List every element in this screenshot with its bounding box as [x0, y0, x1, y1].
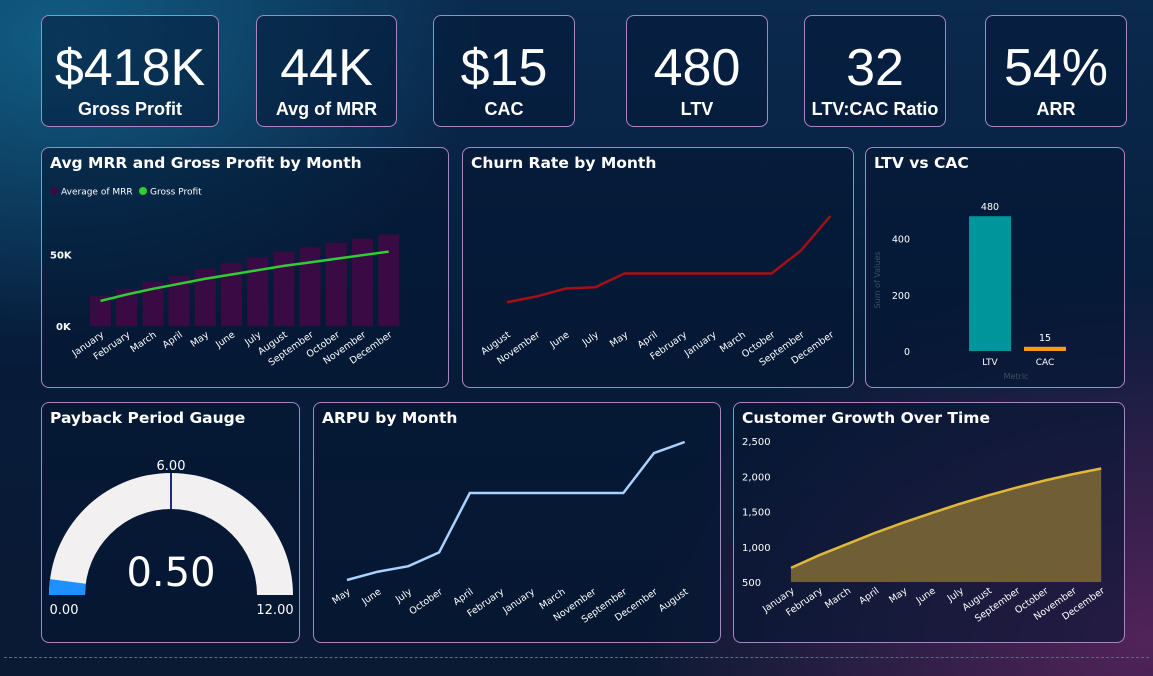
kpi-label: CAC	[484, 99, 524, 119]
bar-mrr	[247, 257, 269, 326]
arpu-chart: May June JulyOctober AprilFebruaryJanuary Ma…	[330, 440, 691, 626]
x-tick-label: May	[608, 329, 631, 349]
bar-mrr	[299, 247, 321, 326]
bar-cac	[1024, 346, 1066, 351]
kpi-card-gross-profit: $418K Gross Profit	[41, 15, 219, 127]
bar-mrr	[378, 234, 400, 326]
customer-growth-chart: 5001,0001,5002,0002,500JanuaryFebruaryMa…	[742, 437, 1107, 625]
x-tick-label: October	[407, 586, 445, 617]
kpi-label: ARR	[1036, 99, 1076, 119]
legend-label-mrr: Average of MRR	[61, 188, 133, 198]
mrr-gross-profit-chart: Average of MRR Gross Profit50K0KJanuaryFe…	[50, 187, 400, 369]
customer-growth-panel: Customer Growth Over Time 500 1,000 1,500 2…	[733, 402, 1125, 643]
y-tick-label: 1,500	[742, 508, 771, 519]
x-tick-label: March	[823, 585, 853, 611]
y-tick-label: 2,500	[742, 437, 771, 448]
x-axis-title: Metric	[1004, 372, 1029, 381]
page-divider	[4, 657, 1149, 658]
payback-gauge: 6.00 0.50 0.00 12.00	[48, 459, 294, 618]
x-tick-label: June	[914, 585, 938, 607]
churn-rate-panel: Churn Rate by Month August November June Ju…	[462, 147, 854, 388]
y-tick-label: 2,000	[742, 472, 771, 483]
x-tick-label: May	[887, 585, 910, 605]
legend-marker-gross-profit	[139, 187, 147, 195]
payback-gauge-panel: Payback Period Gauge 6.00 0.50 0.00 12.00	[41, 402, 300, 643]
kpi-card-ltv: 480 LTV	[626, 15, 768, 127]
mrr-gross-profit-panel: Avg MRR and Gross Profit by Month Averag…	[41, 147, 449, 388]
kpi-value: $15	[460, 39, 548, 97]
x-tick-label: April	[161, 329, 185, 350]
y-axis-title: Sum of Values	[873, 252, 882, 309]
churn-rate-chart: AugustNovember June July May AprilFebruaryJa…	[479, 215, 836, 369]
arpu-panel: ARPU by Month May June July October April Feb…	[313, 402, 721, 643]
kpi-value: 480	[653, 39, 741, 97]
x-tick-label: May	[330, 586, 353, 606]
kpi-value: 32	[846, 39, 904, 97]
gauge-max-label: 12.00	[256, 603, 293, 618]
series-area-customers	[791, 468, 1102, 582]
kpi-card-cac: $15 CAC	[433, 15, 575, 127]
kpi-card-ltv-cac-ratio: 32 LTV:CAC Ratio	[804, 15, 946, 127]
kpi-value: 44K	[280, 39, 373, 97]
y-tick-label: 400	[892, 235, 910, 246]
y-tick-label: 500	[742, 578, 761, 589]
kpi-value: $418K	[54, 39, 206, 97]
gauge-min-label: 0.00	[50, 603, 79, 618]
x-tick-label: March	[129, 329, 159, 355]
kpi-label: Avg of MRR	[275, 99, 378, 119]
gauge-value: 0.50	[126, 550, 215, 596]
bar-ltv	[969, 216, 1011, 351]
series-line-churn	[506, 215, 832, 304]
x-tick-label: January	[682, 329, 719, 359]
data-label: 480	[981, 202, 999, 213]
x-tick-label: June	[547, 329, 571, 351]
ltv-vs-cac-panel: LTV vs CAC 0 200 400 480 LTV 15 CAC Metric Sum o…	[865, 147, 1125, 388]
ltv-vs-cac-chart: 0 200 400 480 LTV 15 CAC Metric Sum of Values	[873, 202, 1066, 381]
y-tick-label: 50K	[50, 250, 73, 261]
data-label: 15	[1039, 333, 1051, 344]
y-tick-label: 1,000	[742, 543, 771, 554]
x-tick-label: April	[857, 585, 881, 606]
x-tick-label: April	[451, 586, 475, 607]
x-tick-label: January	[500, 586, 537, 616]
x-tick-label: May	[189, 329, 212, 349]
bar-mrr	[352, 238, 373, 326]
x-tick-label: LTV	[982, 358, 998, 368]
bar-mrr	[273, 251, 295, 326]
kpi-value: 54%	[1003, 39, 1109, 97]
kpi-label: Gross Profit	[77, 99, 183, 119]
x-tick-label: June	[213, 329, 237, 351]
bar-mrr	[325, 243, 347, 326]
legend-label-gross-profit: Gross Profit	[150, 188, 202, 198]
kpi-card-avg-mrr: 44K Avg of MRR	[256, 15, 397, 127]
kpi-label: LTV	[680, 99, 714, 119]
y-tick-label: 200	[892, 291, 910, 302]
gauge-target-label: 6.00	[157, 459, 186, 474]
legend-marker-mrr	[50, 187, 58, 195]
x-tick-label: CAC	[1036, 358, 1055, 368]
kpi-card-arr: 54% ARR	[985, 15, 1127, 127]
kpi-label: LTV:CAC Ratio	[811, 99, 939, 119]
x-tick-label: July	[580, 329, 601, 349]
x-tick-label: August	[657, 586, 691, 614]
x-tick-label: July	[393, 586, 414, 606]
y-tick-label: 0K	[56, 322, 72, 333]
x-tick-label: June	[359, 586, 383, 608]
y-tick-label: 0	[904, 347, 910, 358]
series-line-arpu	[346, 440, 686, 582]
